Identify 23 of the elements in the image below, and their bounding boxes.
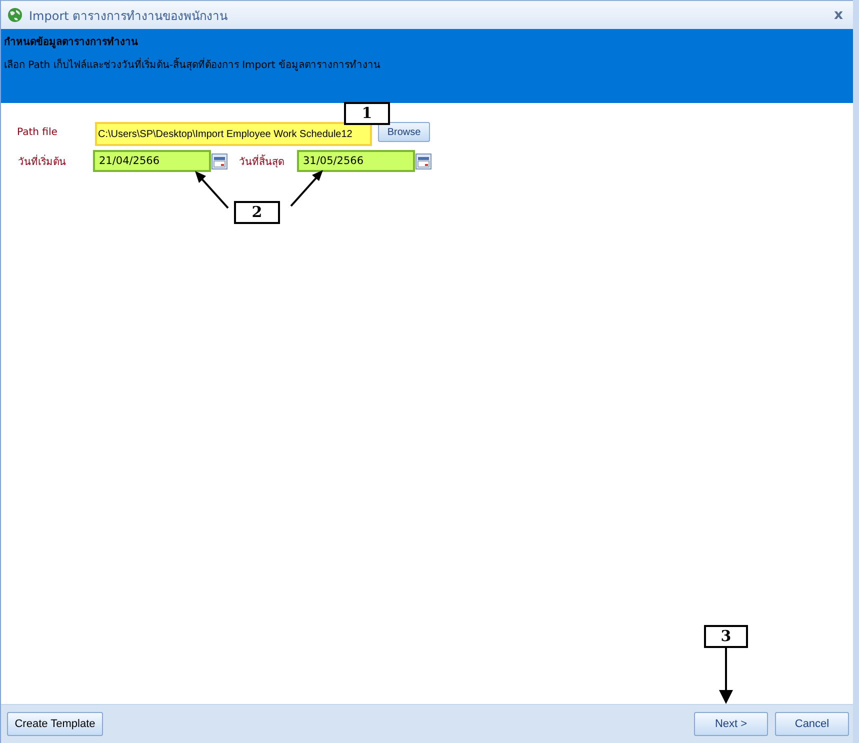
arrow: [195, 171, 229, 209]
arrow: [719, 648, 733, 704]
field-label: วันที่สิ้นสุด: [239, 154, 285, 168]
close-button[interactable]: x: [834, 7, 843, 23]
footer-button[interactable]: Next >: [694, 712, 768, 736]
arrow: [290, 170, 323, 207]
calendar-icon[interactable]: [211, 152, 228, 170]
header-description: เลือก Path เก็บไฟล์และช่วงวันที่เริ่มต้น-สิ้นสุดที่ต้องการ Import ข้อมูลตารางการทำงาน: [4, 57, 850, 72]
callout-label: 1: [344, 102, 390, 125]
calendar-icon[interactable]: [415, 152, 432, 170]
callout-label: 3: [704, 625, 748, 648]
date-field[interactable]: 21/04/2566: [93, 150, 211, 172]
callout-label: 2: [234, 201, 280, 224]
date-field[interactable]: 31/05/2566: [297, 150, 415, 172]
create-template-button[interactable]: Create Template: [7, 712, 103, 736]
header-title: กำหนดข้อมูลตารางการทำงาน: [4, 35, 139, 49]
footer-button[interactable]: Cancel: [775, 712, 849, 736]
browse-button[interactable]: Browse: [378, 122, 430, 142]
window-title: Import ตารางการทำงานของพนักงาน: [29, 8, 229, 24]
globe-icon: [7, 7, 23, 23]
field-label: วันที่เริ่มต้น: [18, 154, 67, 168]
field-label: Path file: [17, 126, 58, 138]
path-field[interactable]: C:\Users\SP\Desktop\Import Employee Work Schedule12: [95, 122, 372, 146]
